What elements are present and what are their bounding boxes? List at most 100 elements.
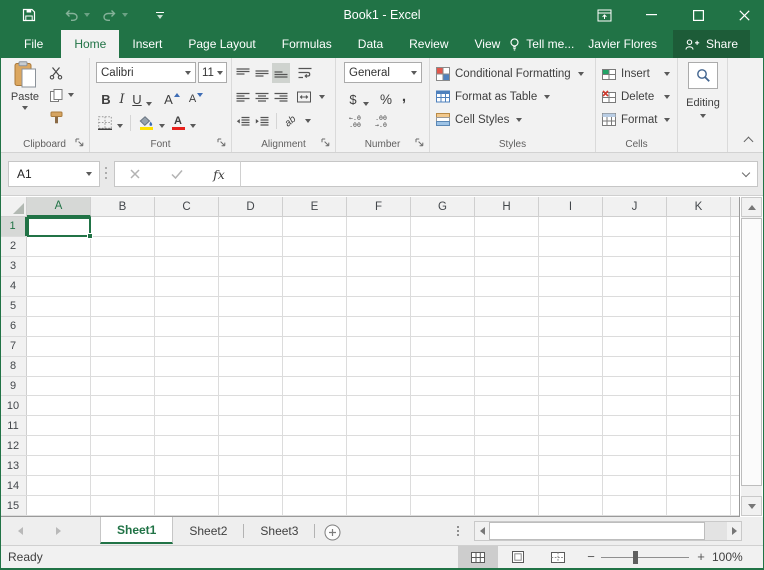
- insert-function-button[interactable]: fx: [213, 167, 225, 182]
- cell-j5[interactable]: [603, 297, 667, 316]
- cell-g13[interactable]: [411, 456, 475, 475]
- cell-b13[interactable]: [91, 456, 155, 475]
- cell-j6[interactable]: [603, 317, 667, 336]
- row-header-1[interactable]: 1: [0, 217, 27, 236]
- cell-e5[interactable]: [283, 297, 347, 316]
- format-painter-button[interactable]: [46, 108, 66, 126]
- cell-f10[interactable]: [347, 396, 411, 415]
- zoom-slider-thumb[interactable]: [633, 551, 638, 564]
- cell-k5[interactable]: [667, 297, 731, 316]
- merge-center-dropdown[interactable]: [316, 87, 328, 107]
- row-header-3[interactable]: 3: [0, 257, 27, 276]
- tab-formulas[interactable]: Formulas: [269, 30, 345, 58]
- font-dialog-launcher[interactable]: [217, 138, 227, 148]
- select-all-button[interactable]: [0, 197, 27, 217]
- cell-e14[interactable]: [283, 476, 347, 495]
- formula-bar-splitter[interactable]: [105, 167, 107, 169]
- tab-home[interactable]: Home: [61, 30, 119, 58]
- cell-f13[interactable]: [347, 456, 411, 475]
- cell-e6[interactable]: [283, 317, 347, 336]
- top-align-button[interactable]: [234, 63, 252, 83]
- cell-b5[interactable]: [91, 297, 155, 316]
- close-button[interactable]: [730, 0, 758, 30]
- cell-e7[interactable]: [283, 337, 347, 356]
- horizontal-scrollbar-thumb[interactable]: [489, 522, 705, 540]
- cell-h7[interactable]: [475, 337, 539, 356]
- cell-a4[interactable]: [27, 277, 91, 296]
- cell-j9[interactable]: [603, 377, 667, 396]
- increase-indent-button[interactable]: [253, 111, 271, 131]
- cell-e9[interactable]: [283, 377, 347, 396]
- cell-e3[interactable]: [283, 257, 347, 276]
- cell-e13[interactable]: [283, 456, 347, 475]
- cancel-button[interactable]: [130, 169, 140, 179]
- cell-k12[interactable]: [667, 436, 731, 455]
- column-header-h[interactable]: H: [475, 197, 539, 217]
- cell-k13[interactable]: [667, 456, 731, 475]
- cell-i7[interactable]: [539, 337, 603, 356]
- cell-f6[interactable]: [347, 317, 411, 336]
- column-header-j[interactable]: J: [603, 197, 667, 217]
- cell-d14[interactable]: [219, 476, 283, 495]
- cell-g11[interactable]: [411, 416, 475, 435]
- cell-a13[interactable]: [27, 456, 91, 475]
- cell-h10[interactable]: [475, 396, 539, 415]
- cell-f11[interactable]: [347, 416, 411, 435]
- cell-j10[interactable]: [603, 396, 667, 415]
- scroll-up-button[interactable]: [741, 197, 762, 217]
- cell-d15[interactable]: [219, 496, 283, 515]
- cell-d10[interactable]: [219, 396, 283, 415]
- cell-k8[interactable]: [667, 357, 731, 376]
- cell-g2[interactable]: [411, 237, 475, 256]
- share-button[interactable]: Share: [673, 30, 750, 58]
- row-header-5[interactable]: 5: [0, 297, 27, 316]
- delete-cells-button[interactable]: Delete: [602, 86, 670, 107]
- cell-b4[interactable]: [91, 277, 155, 296]
- cell-h5[interactable]: [475, 297, 539, 316]
- cell-d5[interactable]: [219, 297, 283, 316]
- italic-button[interactable]: I: [116, 89, 128, 109]
- cell-f7[interactable]: [347, 337, 411, 356]
- cell-c14[interactable]: [155, 476, 219, 495]
- cell-k1[interactable]: [667, 217, 731, 236]
- cell-i13[interactable]: [539, 456, 603, 475]
- cell-e11[interactable]: [283, 416, 347, 435]
- tab-insert[interactable]: Insert: [119, 30, 175, 58]
- minimize-button[interactable]: [637, 0, 665, 30]
- maximize-button[interactable]: [684, 0, 712, 30]
- font-name-combo[interactable]: Calibri: [96, 62, 196, 83]
- increase-font-size-button[interactable]: A: [162, 89, 182, 109]
- orientation-dropdown[interactable]: [302, 111, 314, 131]
- cell-j12[interactable]: [603, 436, 667, 455]
- cell-a3[interactable]: [27, 257, 91, 276]
- align-right-button[interactable]: [272, 87, 290, 107]
- cell-h12[interactable]: [475, 436, 539, 455]
- cell-h9[interactable]: [475, 377, 539, 396]
- scroll-down-button[interactable]: [741, 496, 762, 516]
- cell-d1[interactable]: [219, 217, 283, 236]
- cell-f8[interactable]: [347, 357, 411, 376]
- row-header-9[interactable]: 9: [0, 377, 27, 396]
- cell-f4[interactable]: [347, 277, 411, 296]
- row-header-15[interactable]: 15: [0, 496, 27, 515]
- row-header-14[interactable]: 14: [0, 476, 27, 495]
- cell-h13[interactable]: [475, 456, 539, 475]
- cell-d4[interactable]: [219, 277, 283, 296]
- cell-a12[interactable]: [27, 436, 91, 455]
- row-header-4[interactable]: 4: [0, 277, 27, 296]
- column-header-e[interactable]: E: [283, 197, 347, 217]
- wrap-text-button[interactable]: [294, 63, 316, 83]
- cell-k2[interactable]: [667, 237, 731, 256]
- cell-g5[interactable]: [411, 297, 475, 316]
- cell-f5[interactable]: [347, 297, 411, 316]
- cell-d13[interactable]: [219, 456, 283, 475]
- zoom-slider-track[interactable]: [601, 557, 689, 558]
- cell-c2[interactable]: [155, 237, 219, 256]
- cell-i9[interactable]: [539, 377, 603, 396]
- row-header-13[interactable]: 13: [0, 456, 27, 475]
- cell-j3[interactable]: [603, 257, 667, 276]
- cell-g9[interactable]: [411, 377, 475, 396]
- cell-c9[interactable]: [155, 377, 219, 396]
- number-format-combo[interactable]: General: [344, 62, 422, 83]
- format-as-table-button[interactable]: Format as Table: [436, 86, 550, 107]
